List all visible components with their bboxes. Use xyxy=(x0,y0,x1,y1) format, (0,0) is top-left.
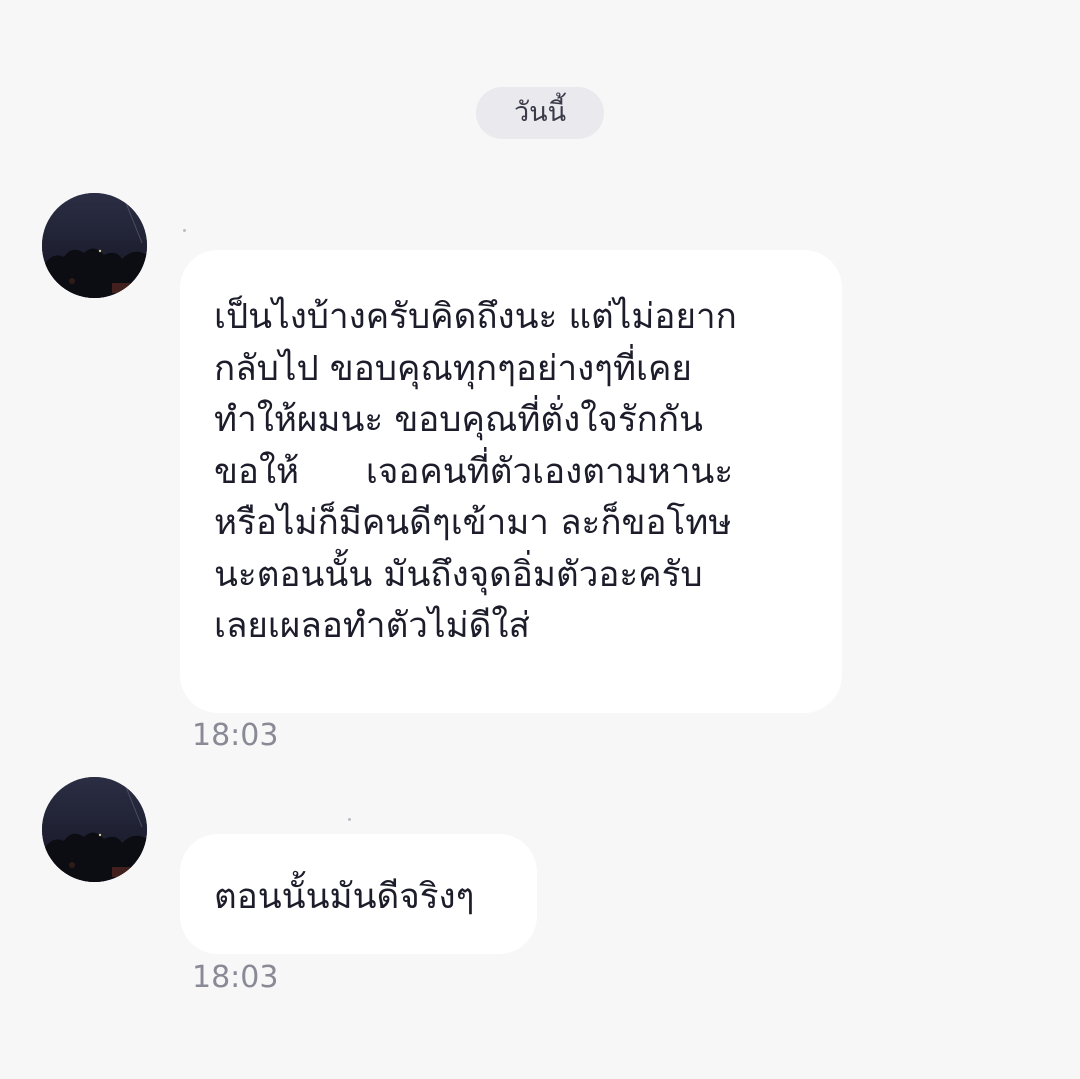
message-timestamp: 18:03 xyxy=(192,960,279,995)
avatar[interactable] xyxy=(42,777,147,882)
avatar[interactable] xyxy=(42,193,147,298)
avatar-photo-icon xyxy=(42,193,147,298)
message-bubble[interactable]: ตอนนั้นมันดีจริงๆ xyxy=(180,834,537,954)
date-divider: วันนี้ xyxy=(476,87,604,139)
message-bubble[interactable]: เป็นไงบ้างครับคิดถึงนะ แต่ไม่อยาก กลับไป… xyxy=(180,250,842,713)
message-text: ตอนนั้นมันดีจริงๆ xyxy=(214,877,475,917)
avatar-photo-icon xyxy=(42,777,147,882)
message-timestamp: 18:03 xyxy=(192,718,279,753)
message-text: เป็นไงบ้างครับคิดถึงนะ แต่ไม่อยาก กลับไป… xyxy=(214,297,737,646)
